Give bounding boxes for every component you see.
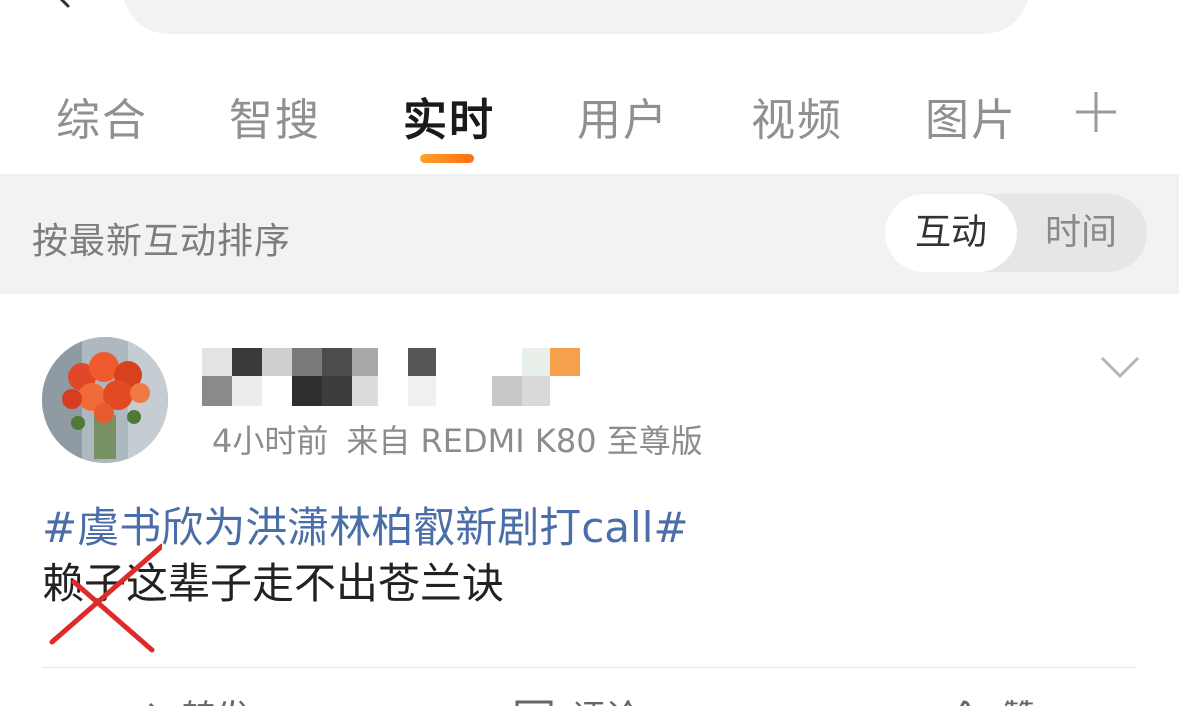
post-content: #虞书欣为洪潇林柏叡新剧打call# 赖子这辈子走不出苍兰诀 <box>42 500 689 653</box>
post-source[interactable]: 来自 REDMI K80 至尊版 <box>346 422 702 460</box>
sort-bar: 按最新互动排序 互动 时间 <box>0 174 1179 294</box>
add-tab-icon[interactable] <box>1074 90 1118 134</box>
tab-bar: 综合 智搜 实时 用户 视频 图片 <box>0 76 1179 172</box>
like-icon <box>959 700 970 706</box>
post-time: 4小时前 <box>212 422 329 460</box>
repost-label: 转发 <box>182 690 250 706</box>
sort-label: 按最新互动排序 <box>32 221 292 262</box>
tab-smart-search[interactable]: 智搜 <box>229 84 321 148</box>
flower-vase-image <box>42 337 168 463</box>
tab-realtime[interactable]: 实时 <box>403 84 495 148</box>
tab-comprehensive[interactable]: 综合 <box>56 84 148 148</box>
tab-users[interactable]: 用户 <box>577 84 669 148</box>
comment-icon <box>515 700 553 706</box>
username-obscured[interactable] <box>202 348 592 406</box>
sort-option-time[interactable]: 时间 <box>1015 194 1147 272</box>
post-text: 赖子这辈子走不出苍兰诀 <box>42 559 505 608</box>
search-input[interactable] <box>122 0 1030 34</box>
tab-videos[interactable]: 视频 <box>751 84 843 148</box>
sort-toggle[interactable]: 互动 时间 <box>885 194 1147 272</box>
tab-images[interactable]: 图片 <box>925 84 1017 148</box>
back-icon[interactable] <box>52 0 76 10</box>
repost-icon <box>148 702 155 706</box>
chevron-down-icon[interactable] <box>1100 354 1140 380</box>
post-meta: 4小时前 来自 REDMI K80 至尊版 <box>212 416 703 462</box>
avatar[interactable] <box>42 337 168 463</box>
divider <box>42 667 1136 668</box>
like-label: 赞 <box>1002 690 1036 706</box>
active-tab-indicator <box>420 154 474 163</box>
hashtag-link[interactable]: #虞书欣为洪潇林柏叡新剧打call# <box>42 503 689 552</box>
comment-label: 评论 <box>572 690 640 706</box>
weibo-search-page: 综合 智搜 实时 用户 视频 图片 按最新互动排序 互动 时间 4小时前 来自 … <box>0 0 1179 706</box>
sort-option-interaction[interactable]: 互动 <box>885 194 1017 272</box>
